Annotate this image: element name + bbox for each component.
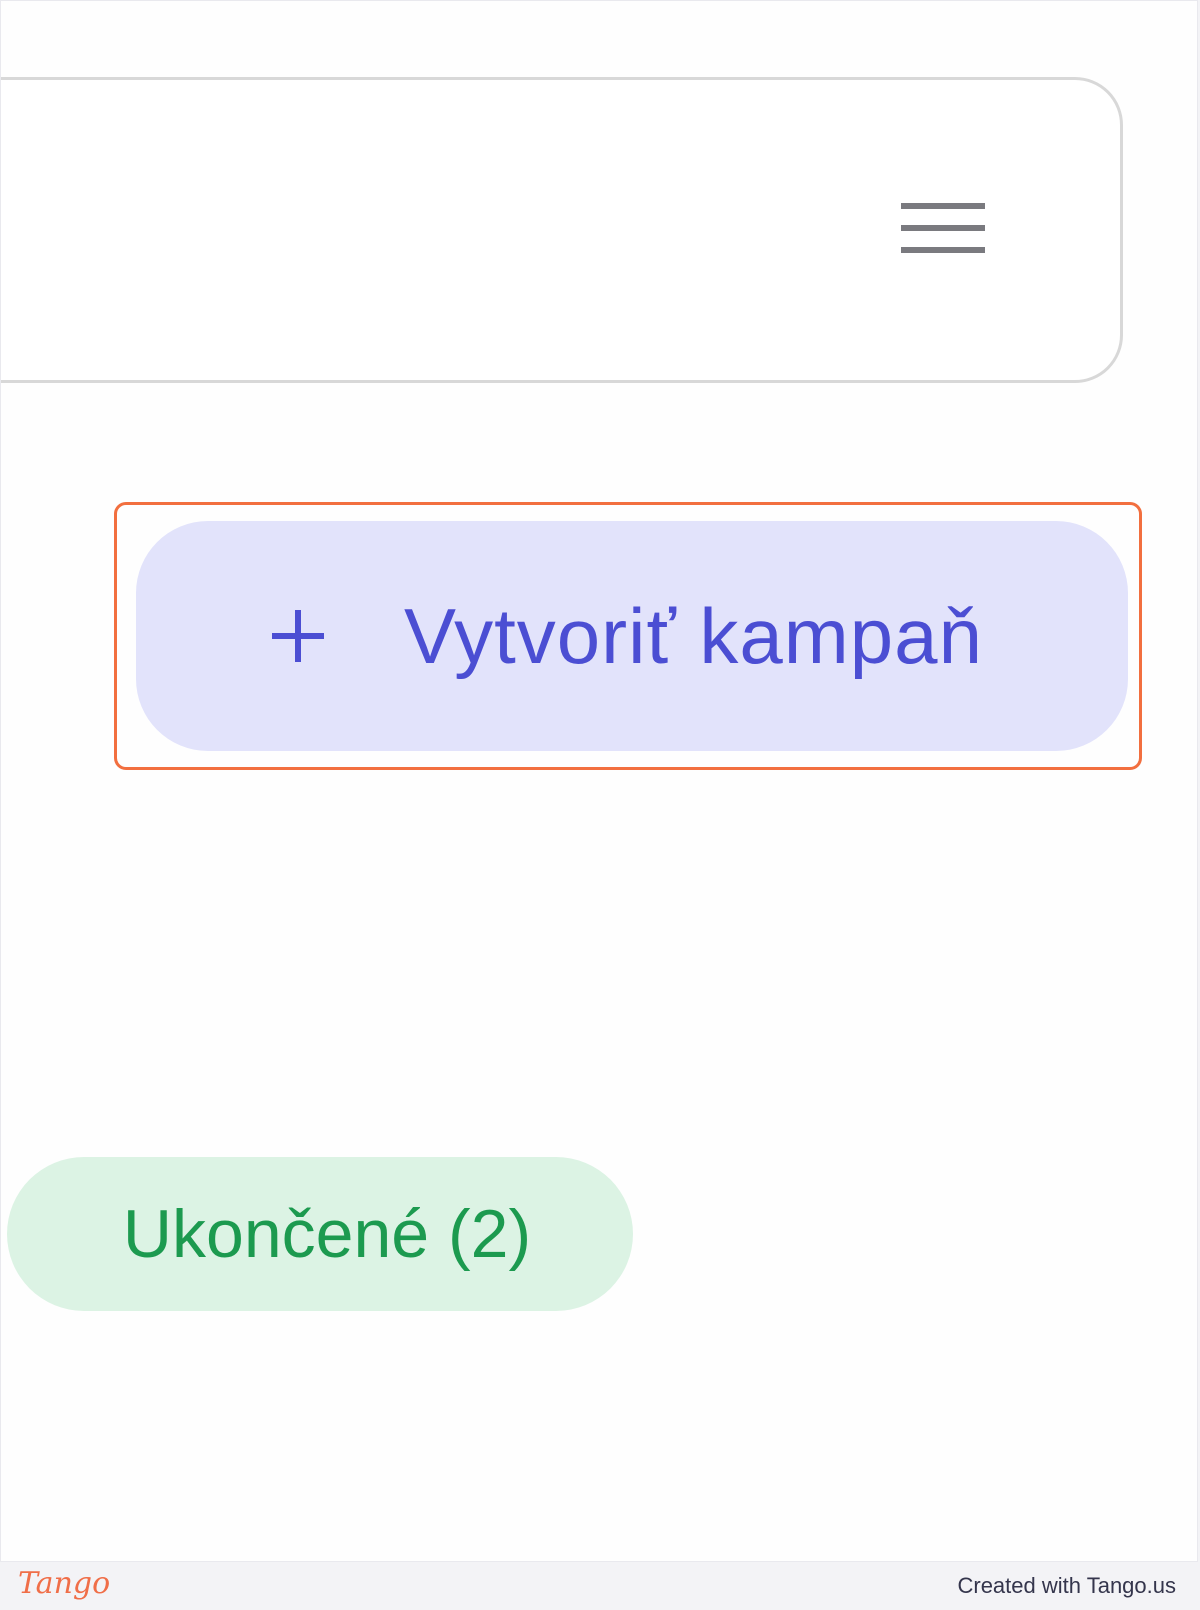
status-filter-label: Ukončené (2) bbox=[122, 1196, 532, 1272]
created-with-tango-link[interactable]: Created with Tango.us bbox=[957, 1573, 1176, 1599]
hamburger-menu-icon bbox=[901, 203, 985, 253]
status-filter-ended[interactable]: Ukončené (2) bbox=[7, 1157, 633, 1311]
tango-logo[interactable]: Tango bbox=[18, 1566, 110, 1602]
menu-button[interactable] bbox=[898, 193, 988, 263]
create-campaign-button[interactable]: Vytvoriť kampaň bbox=[136, 521, 1128, 751]
plus-icon bbox=[268, 606, 328, 666]
create-campaign-label: Vytvoriť kampaň bbox=[404, 592, 983, 680]
screenshot-canvas: Vytvoriť kampaň Ukončené (2) bbox=[0, 0, 1198, 1562]
footer-bar: Tango Created with Tango.us bbox=[0, 1562, 1200, 1610]
